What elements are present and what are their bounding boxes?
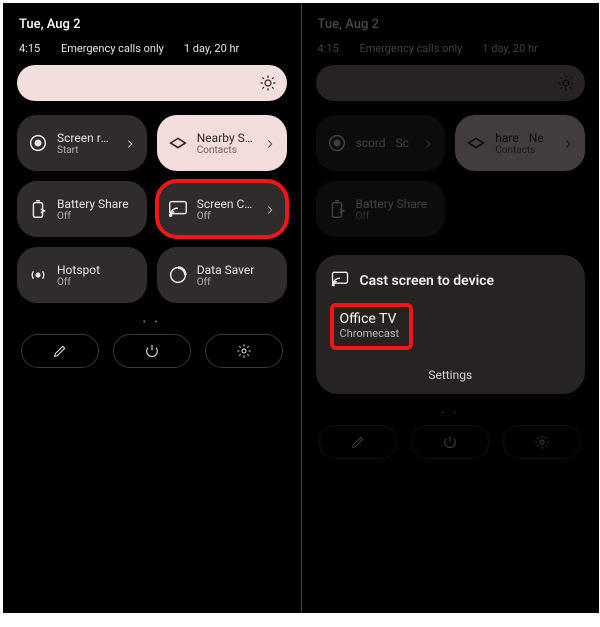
chevron-right-icon <box>561 136 575 150</box>
footer-controls <box>17 334 287 368</box>
tile-sublabel: Off <box>57 211 137 222</box>
page-indicator: • • <box>316 408 586 419</box>
cast-sheet: Cast screen to device Office TV Chromeca… <box>316 255 586 394</box>
tile-sublabel: Off <box>197 277 277 288</box>
hotspot-icon <box>27 264 49 286</box>
status-carrier: Emergency calls only <box>360 42 463 55</box>
status-date: Tue, Aug 2 <box>17 13 287 40</box>
datasaver-icon <box>167 264 189 286</box>
tile-label-fragment: scord <box>356 136 386 150</box>
cast-icon <box>167 198 189 220</box>
brightness-slider[interactable] <box>316 65 586 101</box>
battery-share-icon <box>326 198 348 220</box>
tile-battery-share[interactable]: Battery ShareOff <box>17 181 147 237</box>
tile-label: Battery Share <box>57 197 137 211</box>
tile-label: Screen Cast <box>197 197 255 211</box>
tile-hare-ne[interactable]: hare NeContacts <box>455 115 585 171</box>
brightness-icon <box>259 74 277 92</box>
tile-screen-cast[interactable]: Screen CastOff <box>157 181 287 237</box>
tile-nearby-share[interactable]: Nearby ShareContacts <box>157 115 287 171</box>
brightness-slider[interactable] <box>17 65 287 101</box>
status-time: 4:15 <box>318 42 352 55</box>
power-icon <box>144 343 160 359</box>
tile-screen-record[interactable]: Screen recordStart <box>17 115 147 171</box>
tile-label: Battery Share <box>356 197 436 211</box>
pencil-icon <box>52 343 68 359</box>
settings-button[interactable] <box>205 334 283 368</box>
tile-label-fragment: hare <box>495 131 518 145</box>
status-battery-text: 1 day, 20 hr <box>184 42 239 55</box>
tile-label: Nearby Share <box>197 131 255 145</box>
tile-label: Data Saver <box>197 263 277 277</box>
status-bar: 4:15 Emergency calls only 1 day, 20 hr <box>17 40 287 65</box>
tile-sublabel: Contacts <box>495 145 553 156</box>
chevron-right-icon <box>421 136 435 150</box>
tile-sublabel: Contacts <box>197 145 255 156</box>
tile-sublabel: Off <box>197 211 255 222</box>
tile-hotspot[interactable]: HotspotOff <box>17 247 147 303</box>
tile-label-fragment: Sc <box>396 136 409 150</box>
chevron-right-icon <box>263 202 277 216</box>
power-icon <box>442 434 458 450</box>
cast-settings-link[interactable]: Settings <box>330 364 572 384</box>
cast-device-item[interactable]: Office TV Chromecast <box>330 303 414 350</box>
brightness-icon <box>557 74 575 92</box>
gear-icon <box>236 343 252 359</box>
status-carrier: Emergency calls only <box>61 42 164 55</box>
settings-button[interactable] <box>503 425 581 459</box>
tile-label: Screen record <box>57 131 115 145</box>
status-battery-text: 1 day, 20 hr <box>482 42 537 55</box>
pencil-icon <box>350 434 366 450</box>
tile-scord-sc[interactable]: scord Sc <box>316 115 446 171</box>
cast-device-name: Office TV <box>340 311 400 327</box>
gear-icon <box>534 434 550 450</box>
tile-sublabel: Off <box>57 277 137 288</box>
tile-sublabel: Off <box>356 211 436 222</box>
quick-settings-panel-step1: Tue, Aug 2 4:15 Emergency calls only 1 d… <box>3 3 301 613</box>
power-button[interactable] <box>113 334 191 368</box>
status-time: 4:15 <box>19 42 53 55</box>
chevron-right-icon <box>123 136 137 150</box>
page-indicator: • • <box>17 317 287 328</box>
battery-share-icon <box>27 198 49 220</box>
cast-icon <box>330 269 350 293</box>
quick-settings-tiles: scord Sc hare NeContacts <box>316 115 586 171</box>
cast-device-type: Chromecast <box>340 327 400 340</box>
tile-label-fragment: Ne <box>529 131 544 145</box>
nearby-icon <box>465 132 487 154</box>
chevron-right-icon <box>263 136 277 150</box>
record-icon <box>326 132 348 154</box>
footer-controls <box>316 425 586 459</box>
quick-settings-row2: Battery Share Off <box>316 181 586 237</box>
nearby-icon <box>167 132 189 154</box>
record-icon <box>27 132 49 154</box>
power-button[interactable] <box>411 425 489 459</box>
cast-sheet-title: Cast screen to device <box>360 273 495 289</box>
quick-settings-panel-step2: Tue, Aug 2 4:15 Emergency calls only 1 d… <box>301 3 600 613</box>
tile-sublabel: Start <box>57 145 115 156</box>
tile-label: Hotspot <box>57 263 137 277</box>
edit-button[interactable] <box>319 425 397 459</box>
quick-settings-tiles: Screen recordStartNearby ShareContactsBa… <box>17 115 287 303</box>
status-date: Tue, Aug 2 <box>316 13 586 40</box>
tile-battery-share[interactable]: Battery Share Off <box>316 181 446 237</box>
status-bar: 4:15 Emergency calls only 1 day, 20 hr <box>316 40 586 65</box>
tile-data-saver[interactable]: Data SaverOff <box>157 247 287 303</box>
edit-button[interactable] <box>21 334 99 368</box>
